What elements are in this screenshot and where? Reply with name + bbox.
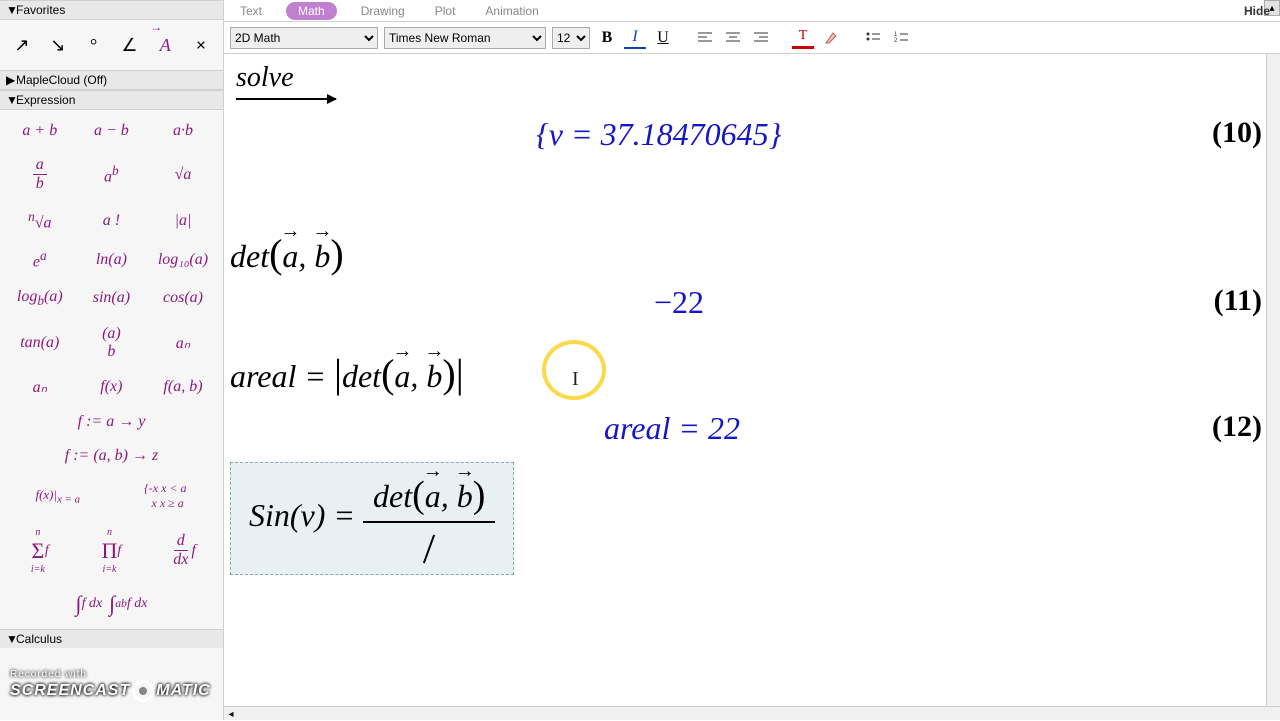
size-select[interactable]: 12: [552, 27, 590, 49]
expression-header[interactable]: ▼Expression: [0, 90, 223, 110]
degree-icon[interactable]: °: [79, 30, 109, 60]
bullet-list-icon[interactable]: [862, 27, 884, 49]
hide-button[interactable]: Hide: [1244, 4, 1270, 18]
expr-binom[interactable]: (ab): [76, 317, 148, 369]
sidebar: ▼Favorites ▴ ↗ ↘ ° ∠ A→ × ▶MapleCloud (O…: [0, 0, 224, 720]
output-eq10: {v = 37.18470645}: [536, 116, 781, 153]
horizontal-scrollbar[interactable]: ◂: [224, 706, 1280, 720]
tab-text[interactable]: Text: [234, 2, 268, 20]
vector-A-icon[interactable]: A→: [150, 30, 180, 60]
watermark-circle-icon: [132, 680, 154, 702]
align-center-icon[interactable]: [722, 27, 744, 49]
main-area: Text Math Drawing Plot Animation Hide C …: [224, 0, 1280, 720]
tab-math[interactable]: Math: [286, 2, 337, 20]
format-toolbar: C 2D Math Times New Roman 12 B I U T 12: [224, 22, 1280, 54]
favorites-header[interactable]: ▼Favorites ▴: [0, 0, 223, 20]
expr-fx[interactable]: f(x): [76, 369, 148, 405]
vertical-scrollbar[interactable]: [1266, 54, 1280, 706]
tab-animation[interactable]: Animation: [479, 2, 544, 20]
expand-triangle-icon: ▶: [6, 73, 16, 87]
tab-bar: Text Math Drawing Plot Animation Hide: [224, 0, 1280, 22]
expr-fraction[interactable]: ab: [4, 148, 76, 201]
eqnum-12: (12): [1212, 410, 1262, 444]
favorites-row: ↗ ↘ ° ∠ A→ ×: [0, 20, 223, 70]
expr-piecewise[interactable]: {-x x < ax x ≥ a: [112, 473, 220, 519]
expression-palette: a + b a − b a·b ab ab √a n√a a ! |a| ea …: [0, 110, 223, 629]
worksheet-canvas[interactable]: solve {v = 37.18470645} (10) det(→a, →b)…: [224, 54, 1280, 720]
expr-factorial[interactable]: a !: [76, 201, 148, 240]
expr-prod[interactable]: nΠi=kf: [76, 519, 148, 583]
expr-exp[interactable]: ea: [4, 240, 76, 279]
angle-icon[interactable]: ∠: [114, 30, 144, 60]
numbered-list-icon[interactable]: 12: [890, 27, 912, 49]
arrow-ne-icon[interactable]: ↗: [7, 30, 37, 60]
tab-drawing[interactable]: Drawing: [355, 2, 411, 20]
align-right-icon[interactable]: [750, 27, 772, 49]
arrow-se-icon[interactable]: ↘: [43, 30, 73, 60]
eqnum-10: (10): [1212, 116, 1262, 150]
watermark-recorded: Recorded with: [10, 669, 211, 680]
font-select[interactable]: Times New Roman: [384, 27, 546, 49]
expr-logb[interactable]: logb(a): [4, 280, 76, 317]
text-cursor: I: [572, 368, 579, 391]
favorites-label: Favorites: [16, 3, 65, 17]
expr-nroot[interactable]: n√a: [4, 201, 76, 240]
expr-ln[interactable]: ln(a): [76, 240, 148, 279]
collapse-triangle-icon: ▼: [6, 632, 16, 646]
expr-fab[interactable]: f(a, b): [147, 369, 219, 405]
edit-cursor: [423, 534, 435, 563]
expr-multiply[interactable]: a·b: [147, 114, 219, 148]
expr-assign-1[interactable]: f := a → y: [4, 405, 219, 439]
input-active-sin[interactable]: Sin(v) = det(→a, →b): [230, 462, 514, 575]
expr-sin[interactable]: sin(a): [76, 280, 148, 317]
output-eq12: areal = 22: [604, 410, 740, 447]
expr-abs[interactable]: |a|: [147, 201, 219, 240]
bold-button[interactable]: B: [596, 27, 618, 49]
input-areal[interactable]: areal = |det(→a, →b)|: [230, 350, 464, 397]
expression-label: Expression: [16, 93, 75, 107]
mode-select[interactable]: C 2D Math: [230, 27, 378, 49]
calculus-label: Calculus: [16, 632, 62, 646]
expr-tan[interactable]: tan(a): [4, 317, 76, 369]
expr-a-sub-n-2[interactable]: aₙ: [4, 369, 76, 405]
solve-label: solve: [236, 62, 294, 93]
expr-derivative[interactable]: ddxf: [147, 519, 219, 583]
tab-plot[interactable]: Plot: [429, 2, 462, 20]
expr-log10[interactable]: log₁₀(a): [147, 240, 219, 279]
expr-cos[interactable]: cos(a): [147, 280, 219, 317]
watermark-brand1: SCREENCAST: [10, 682, 130, 699]
long-arrow-icon: [236, 98, 336, 100]
close-icon[interactable]: ×: [186, 30, 216, 60]
italic-button[interactable]: I: [624, 27, 646, 49]
input-det[interactable]: det(→a, →b): [230, 230, 344, 277]
underline-button[interactable]: U: [652, 27, 674, 49]
output-eq11: −22: [654, 284, 704, 321]
highlight-icon[interactable]: [820, 27, 842, 49]
collapse-triangle-icon: ▼: [6, 3, 16, 17]
maplecloud-header[interactable]: ▶MapleCloud (Off): [0, 70, 223, 90]
watermark-brand2: MATIC: [156, 682, 210, 699]
collapse-triangle-icon: ▼: [6, 93, 16, 107]
expr-subtract[interactable]: a − b: [76, 114, 148, 148]
scroll-left-icon[interactable]: ◂: [224, 707, 238, 721]
align-left-icon[interactable]: [694, 27, 716, 49]
calculus-header[interactable]: ▼Calculus ▾: [0, 629, 223, 648]
maplecloud-label: MapleCloud (Off): [16, 73, 107, 87]
expr-add[interactable]: a + b: [4, 114, 76, 148]
solve-arrow: solve: [236, 62, 336, 100]
expr-integral[interactable]: ∫f dx ∫ab f dx: [4, 583, 219, 625]
eqnum-11: (11): [1214, 284, 1262, 318]
svg-text:2: 2: [894, 38, 898, 44]
font-color-icon[interactable]: T: [792, 27, 814, 49]
expr-sum[interactable]: nΣi=kf: [4, 519, 76, 583]
expr-power[interactable]: ab: [76, 148, 148, 201]
expr-piecewise-eval[interactable]: f(x)|x = a: [4, 473, 112, 519]
expr-sqrt[interactable]: √a: [147, 148, 219, 201]
expr-a-sub-n[interactable]: aₙ: [147, 317, 219, 369]
expr-assign-2[interactable]: f := (a, b) → z: [4, 439, 219, 473]
watermark: Recorded with SCREENCAST MATIC: [10, 669, 211, 702]
app-root: ▼Favorites ▴ ↗ ↘ ° ∠ A→ × ▶MapleCloud (O…: [0, 0, 1280, 720]
